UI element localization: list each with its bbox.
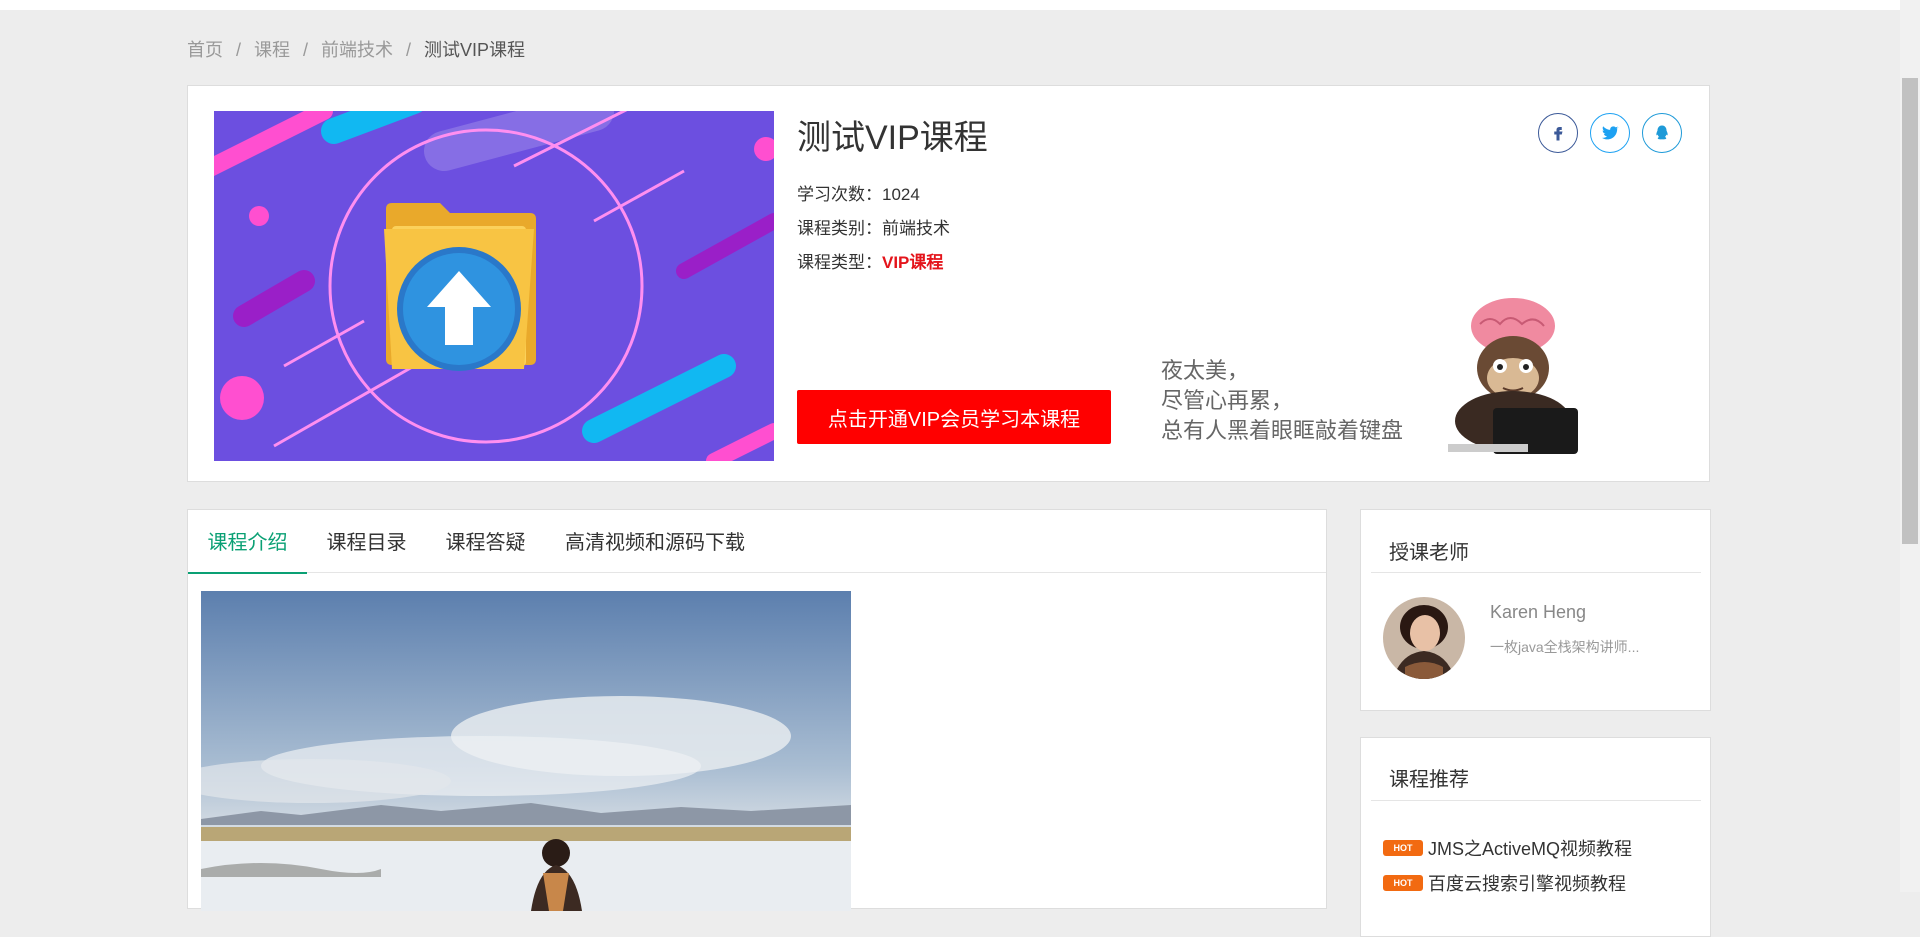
hot-badge: HOT (1383, 840, 1423, 856)
course-cover-image (214, 111, 774, 461)
course-intro-photo (201, 591, 851, 911)
breadcrumb-separator: / (303, 40, 309, 60)
twitter-icon (1602, 126, 1619, 140)
breadcrumb-category[interactable]: 前端技术 (321, 36, 393, 62)
recommend-item-label[interactable]: JMS之ActiveMQ视频教程 (1428, 835, 1632, 861)
learn-count-row: 学习次数：1024 (797, 180, 920, 205)
learn-count-value: 1024 (882, 185, 920, 204)
hot-badge: HOT (1383, 875, 1423, 891)
recommend-item[interactable]: HOT 百度云搜索引擎视频教程 (1383, 870, 1626, 896)
breadcrumb-separator: / (236, 40, 242, 60)
open-vip-button[interactable]: 点击开通VIP会员学习本课程 (797, 390, 1111, 444)
recommend-item-label[interactable]: 百度云搜索引擎视频教程 (1428, 870, 1626, 896)
course-detail-panel: 课程介绍 课程目录 课程答疑 高清视频和源码下载 (187, 509, 1327, 911)
slogan-line: 尽管心再累， (1161, 388, 1294, 413)
facebook-icon (1554, 127, 1563, 141)
recommend-item[interactable]: HOT JMS之ActiveMQ视频教程 (1383, 835, 1632, 861)
teacher-description: 一枚java全栈架构讲师... (1490, 639, 1640, 655)
teacher-panel-title: 授课老师 (1389, 542, 1469, 564)
slogan-line: 总有人黑着眼眶敲着键盘 (1161, 418, 1404, 443)
course-tabs: 课程介绍 课程目录 课程答疑 高清视频和源码下载 (188, 510, 1326, 574)
divider (1371, 800, 1701, 801)
breadcrumb-current: 测试VIP课程 (424, 40, 526, 60)
scrollbar-thumb[interactable] (1902, 78, 1918, 544)
category-label: 课程类别： (797, 219, 882, 238)
type-row: 课程类型：VIP课程 (797, 248, 943, 273)
divider (1371, 572, 1701, 573)
slogan-text: 夜太美， 尽管心再累， 总有人黑着眼眶敲着键盘 (1161, 356, 1403, 446)
tab-course-qa[interactable]: 课程答疑 (426, 510, 545, 572)
breadcrumb-separator: / (406, 40, 412, 60)
page-scrollbar[interactable] (1900, 0, 1920, 892)
share-twitter-button[interactable] (1590, 113, 1630, 153)
qq-icon (1656, 125, 1668, 140)
course-title: 测试VIP课程 (797, 119, 988, 157)
type-label: 课程类型： (797, 253, 882, 272)
teacher-avatar[interactable] (1383, 597, 1465, 679)
share-facebook-button[interactable] (1538, 113, 1578, 153)
tab-course-catalog[interactable]: 课程目录 (307, 510, 426, 572)
category-value: 前端技术 (882, 219, 950, 238)
slogan-line: 夜太美， (1161, 358, 1250, 383)
teacher-panel: 授课老师 Karen Heng 一枚java全栈架构讲师... (1360, 509, 1711, 711)
coder-monkey-illustration (1418, 296, 1618, 461)
category-row: 课程类别：前端技术 (797, 214, 950, 239)
top-bar (0, 0, 1900, 10)
course-info-card: 测试VIP课程 学习次数：1024 课程类别：前端技术 课程类型：VIP课程 点… (187, 85, 1710, 482)
recommend-panel: 课程推荐 HOT JMS之ActiveMQ视频教程 HOT 百度云搜索引擎视频教程 (1360, 737, 1711, 937)
breadcrumb: 首页 / 课程 / 前端技术 / 测试VIP课程 (187, 36, 525, 62)
tab-course-intro[interactable]: 课程介绍 (188, 510, 307, 574)
share-qq-button[interactable] (1642, 113, 1682, 153)
breadcrumb-courses[interactable]: 课程 (254, 36, 290, 62)
teacher-name[interactable]: Karen Heng (1490, 602, 1586, 623)
breadcrumb-home[interactable]: 首页 (187, 36, 223, 62)
course-type-value: VIP课程 (882, 253, 944, 272)
learn-count-label: 学习次数： (797, 185, 882, 204)
recommend-panel-title: 课程推荐 (1389, 769, 1469, 791)
tab-video-download[interactable]: 高清视频和源码下载 (545, 510, 765, 572)
